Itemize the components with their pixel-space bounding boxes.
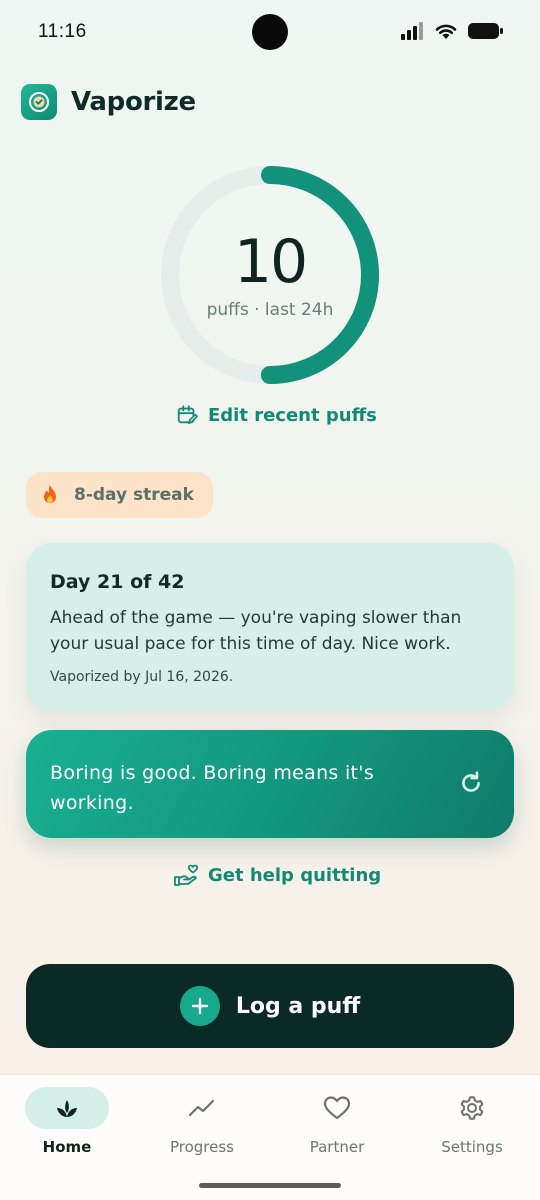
nav-home-label: Home [42,1138,92,1156]
status-bar: 11:16 [0,0,540,64]
nav-progress-label: Progress [169,1138,234,1156]
progress-footer: Vaporized by Jul 16, 2026. [50,669,234,685]
puff-count: 10 [233,227,308,297]
nav-progress[interactable]: Progress [142,1087,262,1167]
refresh-icon [462,771,480,792]
camera-cutout [252,14,288,50]
home-indicator [199,1183,341,1188]
app-title: Vaporize [71,87,196,117]
status-time: 11:16 [38,21,87,42]
fire-icon [44,485,56,503]
edit-recent-puffs-link[interactable]: Edit recent puffs [176,404,377,426]
battery-icon [468,23,503,39]
nav-settings[interactable]: Settings [412,1087,532,1167]
calendar-edit-icon [177,405,198,425]
sprout-icon [57,1100,77,1117]
bottom-nav: Home Progress Partner Settings [0,1074,540,1200]
plus-icon [179,986,220,1026]
get-help-quitting-label: Get help quitting [208,864,382,886]
refresh-quote-button[interactable] [458,770,484,796]
nav-partner-label: Partner [309,1138,365,1156]
status-icons [400,22,504,40]
heart-icon [323,1096,351,1120]
quote-text: Boring is good. Boring means it's workin… [50,762,375,814]
streak-label: 8-day streak [74,485,194,505]
get-help-quitting-link[interactable]: Get help quitting [174,864,381,886]
nav-home[interactable]: Home [7,1087,127,1167]
hand-heart-icon [174,864,198,886]
wifi-icon [435,24,457,39]
signal-icon [401,22,423,40]
log-puff-label: Log a puff [235,993,361,1019]
nav-settings-label: Settings [441,1138,503,1156]
streak-badge: 8-day streak [26,472,213,518]
quote-card: Boring is good. Boring means it's workin… [26,730,514,838]
log-puff-button[interactable]: Log a puff [26,964,514,1048]
app-logo [21,84,57,120]
puff-caption: puffs · last 24h [206,300,334,320]
trend-line-icon [188,1099,215,1117]
progress-title: Day 21 of 42 [50,571,185,593]
gear-icon [460,1096,484,1120]
app-header: Vaporize [21,84,196,120]
clock-check-icon [29,92,49,112]
nav-partner[interactable]: Partner [277,1087,397,1167]
progress-card: Day 21 of 42 Ahead of the game — you're … [26,543,514,711]
puff-ring: 10 puffs · last 24h [160,165,380,385]
progress-message: Ahead of the game — you're vaping slower… [50,608,462,654]
edit-recent-puffs-label: Edit recent puffs [208,404,377,426]
